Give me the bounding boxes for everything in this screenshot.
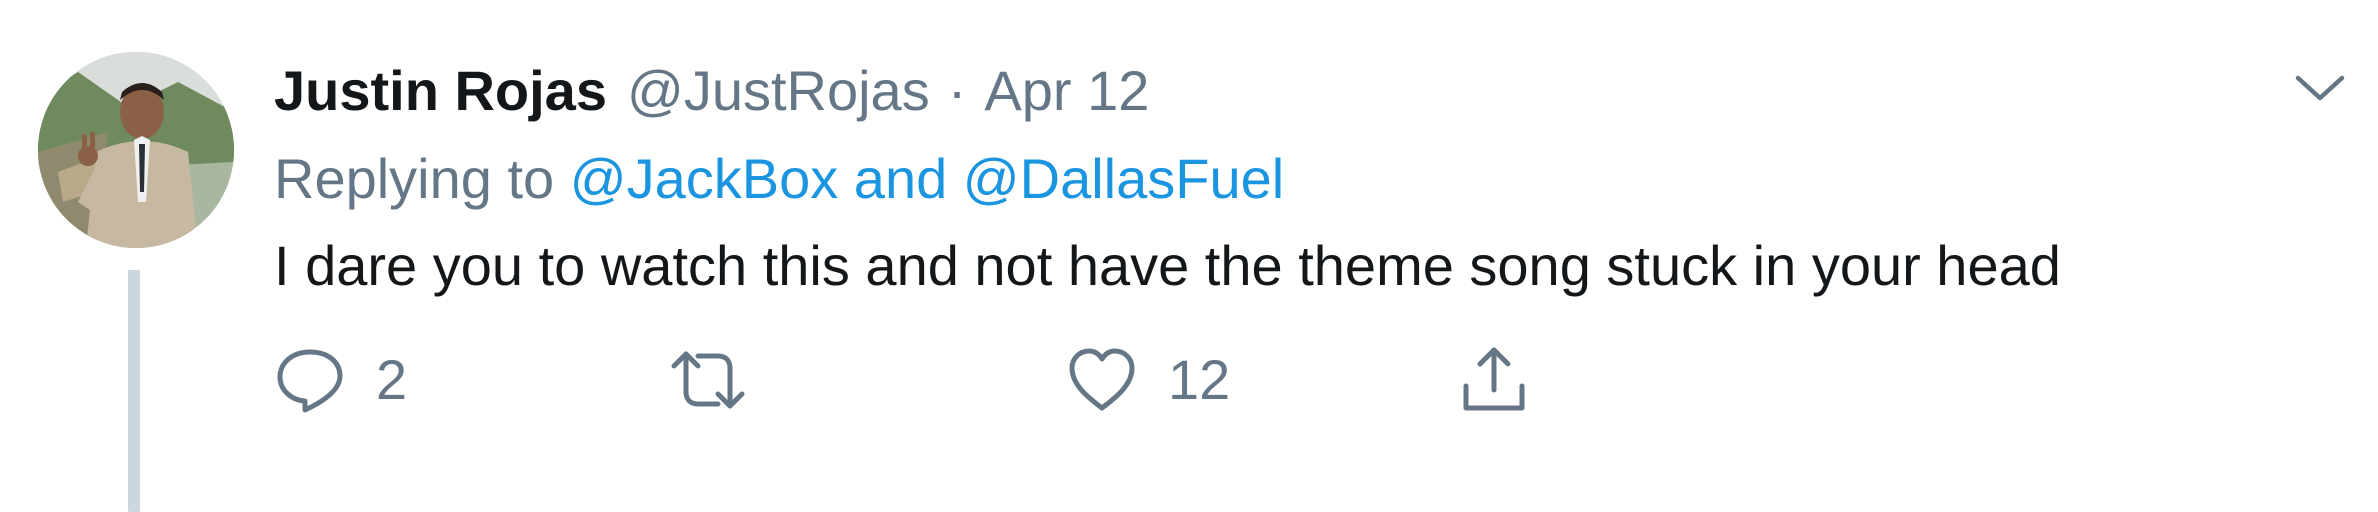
reply-count: 2 bbox=[376, 348, 408, 411]
retweet-button[interactable] bbox=[668, 340, 778, 420]
tweet-header: Justin Rojas @JustRojas · Apr 12 bbox=[274, 56, 1149, 126]
tweet-date[interactable]: Apr 12 bbox=[984, 56, 1149, 126]
reply-mention-jackbox[interactable]: @JackBox bbox=[570, 147, 839, 210]
reply-mention-dallasfuel[interactable]: @DallasFuel bbox=[963, 147, 1284, 210]
retweet-icon bbox=[668, 344, 748, 416]
like-button[interactable]: 12 bbox=[1066, 340, 1230, 420]
share-icon bbox=[1458, 344, 1530, 416]
author-name[interactable]: Justin Rojas bbox=[274, 56, 607, 126]
tweet-text: I dare you to watch this and not have th… bbox=[274, 234, 2061, 297]
reply-button[interactable]: 2 bbox=[274, 340, 407, 420]
replying-to-label: Replying to bbox=[274, 147, 555, 210]
thread-line bbox=[128, 270, 140, 512]
avatar[interactable] bbox=[38, 52, 234, 248]
header-separator: · bbox=[947, 59, 967, 122]
share-button[interactable] bbox=[1458, 340, 1530, 420]
tweet: Justin Rojas @JustRojas · Apr 12 Replyin… bbox=[0, 0, 2378, 512]
reply-icon bbox=[274, 344, 346, 416]
author-handle[interactable]: @JustRojas bbox=[627, 56, 930, 126]
reply-mention-conjunction[interactable]: and bbox=[854, 147, 947, 210]
like-count: 12 bbox=[1168, 348, 1231, 411]
like-icon bbox=[1066, 344, 1138, 416]
chevron-down-icon[interactable] bbox=[2290, 66, 2350, 110]
replying-to: Replying to @JackBox and @DallasFuel bbox=[274, 144, 1284, 214]
